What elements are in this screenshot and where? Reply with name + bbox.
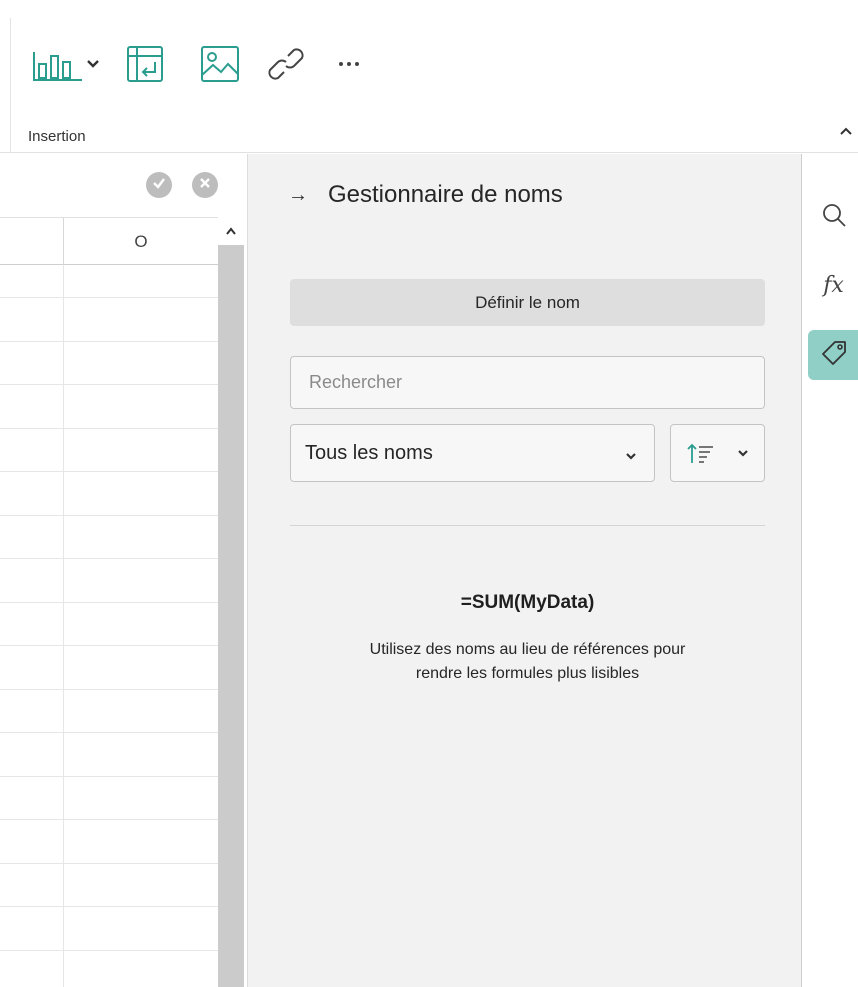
scroll-up-button[interactable]	[218, 217, 244, 245]
insert-pivot-table-button[interactable]	[124, 44, 166, 84]
row-gridline	[0, 645, 218, 646]
tag-icon	[820, 339, 848, 372]
row-gridline	[0, 471, 218, 472]
panel-divider	[290, 525, 765, 526]
name-manager-panel: → Gestionnaire de noms Définir le nom Re…	[247, 154, 801, 987]
cancel-formula-button[interactable]	[192, 172, 218, 198]
check-icon	[152, 176, 166, 194]
example-formula: =SUM(MyData)	[460, 592, 595, 613]
more-options-button[interactable]	[334, 52, 364, 76]
search-icon	[821, 202, 847, 233]
row-gridline	[0, 340, 218, 342]
grid-rows[interactable]	[0, 265, 218, 987]
row-gridline	[0, 688, 218, 690]
row-gridline	[0, 514, 218, 516]
row-gridline	[0, 601, 218, 603]
define-name-button[interactable]: Définir le nom	[290, 279, 765, 326]
search-names-input[interactable]: Rechercher	[290, 356, 765, 409]
row-gridline	[0, 384, 218, 385]
chevron-down-icon	[736, 445, 750, 463]
name-manager-rail-button[interactable]	[808, 330, 858, 380]
help-text: Utilisez des noms au lieu de références …	[290, 638, 765, 686]
collapse-panel-arrow-icon[interactable]: →	[288, 184, 308, 207]
column-header-row: O	[0, 217, 218, 266]
right-side-rail: fx	[801, 154, 858, 987]
names-filter-select[interactable]: Tous les noms	[290, 424, 655, 482]
column-header-o[interactable]: O	[64, 218, 218, 266]
panel-header: → Gestionnaire de noms	[288, 180, 563, 210]
scrollbar-thumb[interactable]	[218, 245, 244, 987]
row-gridline	[0, 732, 218, 733]
spreadsheet-grid: O	[0, 154, 246, 987]
image-icon	[198, 44, 242, 84]
sort-names-button[interactable]	[670, 424, 765, 482]
function-rail-button[interactable]: fx	[808, 260, 858, 310]
search-rail-button[interactable]	[808, 192, 858, 242]
insert-image-button[interactable]	[196, 44, 244, 84]
help-text-line: rendre les formules plus lisibles	[415, 665, 640, 682]
row-gridline	[0, 427, 218, 429]
insert-link-button[interactable]	[262, 44, 316, 84]
pivot-table-icon	[125, 44, 165, 84]
confirm-formula-button[interactable]	[146, 172, 172, 198]
collapse-ribbon-button[interactable]	[836, 122, 856, 142]
chevron-down-icon	[624, 444, 638, 467]
row-gridline	[0, 819, 218, 820]
help-text-line: Utilisez des noms au lieu de références …	[369, 641, 686, 658]
ribbon-separator	[10, 18, 11, 153]
insert-chart-button[interactable]	[30, 44, 102, 84]
link-icon	[262, 44, 316, 84]
bar-chart-icon	[30, 44, 102, 84]
row-gridline	[0, 558, 218, 559]
chevron-up-icon	[225, 222, 237, 240]
sort-ascending-icon	[685, 441, 715, 472]
chevron-up-icon	[839, 123, 853, 141]
ribbon-group-label: Insertion	[28, 128, 86, 145]
row-gridline	[0, 297, 218, 298]
vertical-scrollbar[interactable]	[218, 217, 244, 987]
close-icon	[199, 176, 211, 194]
filter-selected-value: Tous les noms	[305, 441, 433, 464]
more-icon	[336, 59, 362, 69]
row-gridline	[0, 949, 218, 951]
function-icon: fx	[823, 272, 844, 298]
row-gridline	[0, 775, 218, 777]
ribbon: Insertion	[0, 0, 858, 153]
row-gridline	[0, 862, 218, 864]
panel-title: Gestionnaire de noms	[328, 181, 563, 208]
row-gridline	[0, 906, 218, 907]
